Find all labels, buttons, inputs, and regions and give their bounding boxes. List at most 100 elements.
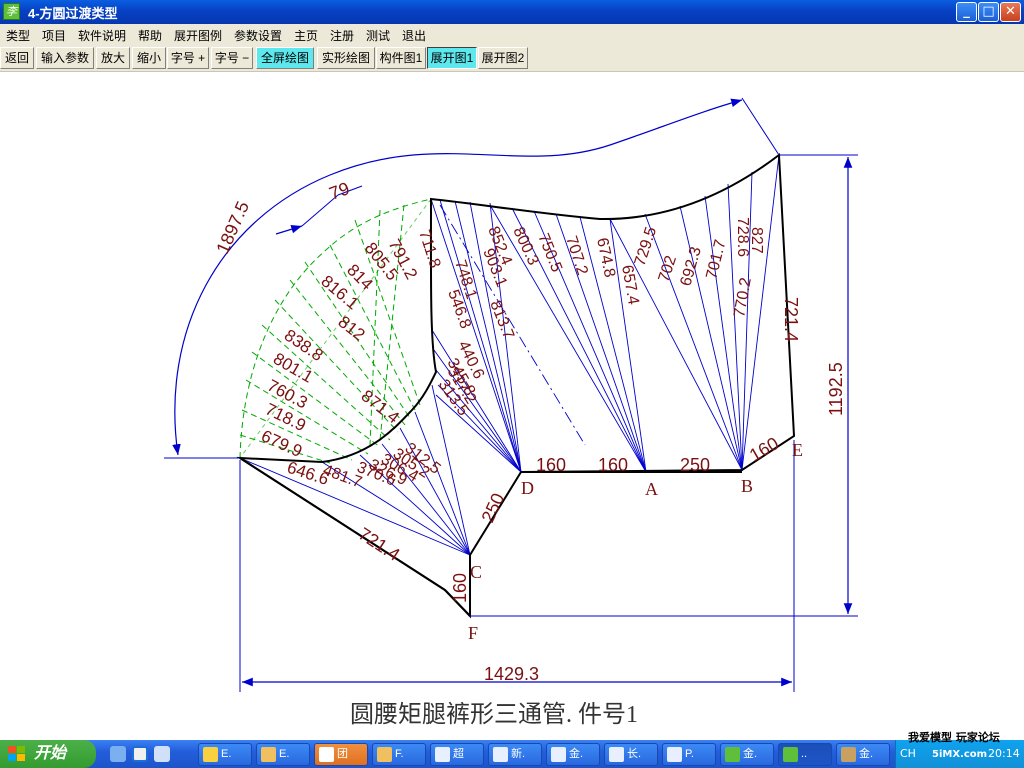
input-params-button[interactable]: 输入参数 [36, 47, 94, 69]
edge-e-label: 721.4 [781, 297, 801, 342]
total-width-label: 1429.3 [484, 664, 539, 684]
fan-b-label: 827 [748, 227, 765, 254]
taskbar-item[interactable]: E. [256, 743, 310, 766]
menu-software-info[interactable]: 软件说明 [78, 27, 126, 44]
fan-d-label: 711.8 [415, 228, 443, 270]
taskbar-item[interactable]: 金. [720, 743, 774, 766]
arc-label: 812 [335, 312, 369, 344]
media-icon[interactable] [154, 746, 170, 762]
menu-home[interactable]: 主页 [294, 27, 318, 44]
menu-examples[interactable]: 展开图例 [174, 27, 222, 44]
fan-d-label: 813.7 [486, 298, 517, 342]
edge-cf-label: 721.4 [355, 524, 404, 565]
menu-help[interactable]: 帮助 [138, 27, 162, 44]
maximize-button[interactable]: □ [978, 2, 999, 22]
point-f-label: F [468, 623, 478, 643]
taskbar-item[interactable]: F. [372, 743, 426, 766]
point-b-label: B [741, 476, 753, 496]
seg-cf-label: 160 [450, 573, 470, 603]
pattern-outline [236, 153, 796, 619]
watermark-text: 我爱模型 玩家论坛 [908, 731, 1000, 744]
arc-length-label: 1897.5 [212, 198, 253, 256]
menu-test[interactable]: 测试 [366, 27, 390, 44]
taskbar-item[interactable]: E. [198, 743, 252, 766]
task-label: 团 [337, 748, 348, 760]
taskbar-item[interactable]: 长. [604, 743, 658, 766]
component-view-1-button[interactable]: 构件图1 [376, 47, 426, 69]
close-button[interactable]: ✕ [1000, 2, 1021, 22]
arc-label: 871.4 [358, 386, 403, 427]
zoom-in-button[interactable]: 放大 [96, 47, 130, 69]
seg-cd-label: 250 [477, 490, 508, 526]
task-label: F. [395, 748, 404, 760]
drawing-caption: 圆腰矩腿裤形三通管. 件号1 [350, 701, 638, 728]
point-c-label: C [470, 562, 482, 582]
task-label: 新. [511, 748, 526, 760]
taskbar-item[interactable]: 新. [488, 743, 542, 766]
task-label: 长. [627, 748, 642, 760]
task-label: .. [801, 748, 808, 760]
star-icon [203, 747, 218, 762]
menu-type[interactable]: 类型 [6, 27, 30, 44]
menu-bar: 类型 项目 软件说明 帮助 展开图例 参数设置 主页 注册 测试 退出 [0, 24, 1024, 44]
task-label: P. [685, 748, 694, 760]
font-larger-button[interactable]: 字号 + [167, 47, 209, 69]
group-icon [319, 747, 334, 762]
fullscreen-draw-button[interactable]: 全屏绘图 [256, 47, 314, 69]
task-label: 金. [859, 748, 874, 760]
toolbar: 返回 输入参数 放大 缩小 字号 + 字号 − 全屏绘图 实形绘图 构件图1 展… [0, 44, 1024, 72]
input-language[interactable]: CH [900, 747, 916, 760]
arc-dim-extension [741, 97, 780, 156]
fan-b-label: 701.7 [703, 238, 729, 281]
window-title: 4-方圆过渡类型 [28, 6, 118, 21]
start-label: 开始 [34, 745, 67, 762]
back-button[interactable]: 返回 [0, 47, 34, 69]
taskbar-item[interactable]: 金. [836, 743, 890, 766]
font-smaller-button[interactable]: 字号 − [211, 47, 253, 69]
task-label: E. [279, 748, 290, 760]
task-label: 金. [569, 748, 584, 760]
unfold-view-1-button[interactable]: 展开图1 [427, 47, 477, 69]
taskbar-item[interactable]: 金. [546, 743, 600, 766]
system-tray: CH 我爱模型 玩家论坛 5iMX.com 20:14 [895, 731, 1024, 768]
taskbar-item[interactable]: P. [662, 743, 716, 766]
taskbar-item[interactable]: 超 [430, 743, 484, 766]
taskbar: 开始 E. E. 团 F. 超 新. 金. 长. P. 金. .. 金. CH … [0, 731, 1024, 768]
seg-ab-label: 250 [680, 455, 710, 475]
real-shape-draw-button[interactable]: 实形绘图 [317, 47, 375, 69]
ie-icon [435, 747, 450, 762]
menu-exit[interactable]: 退出 [402, 27, 426, 44]
seg-be-label: 160 [746, 433, 782, 465]
clock: 20:14 [988, 747, 1020, 760]
app-icon [725, 747, 740, 762]
show-desktop-icon[interactable] [110, 746, 126, 762]
width-79-label: 79 [327, 178, 353, 204]
watermark-site: 5iMX.com [932, 749, 988, 760]
ie-icon [667, 747, 682, 762]
start-button[interactable]: 开始 [0, 740, 96, 768]
point-d-label: D [521, 478, 534, 498]
unfolded-pattern-drawing: 1897.5 79 1429.3 1192.5 721.4 721.4 160 … [164, 97, 858, 728]
menu-project[interactable]: 项目 [42, 27, 66, 44]
ie-icon[interactable] [132, 746, 148, 762]
app-icon: 李 [3, 3, 20, 20]
menu-settings[interactable]: 参数设置 [234, 27, 282, 44]
width-dim-arrow-left [275, 225, 303, 235]
seg-a-mid-label: 160 [598, 455, 628, 475]
point-e-label: E [792, 440, 803, 460]
ie-icon [609, 747, 624, 762]
zoom-out-button[interactable]: 缩小 [132, 47, 166, 69]
fan-b-label: 770.2 [731, 276, 755, 318]
unfold-view-2-button[interactable]: 展开图2 [478, 47, 528, 69]
fan-a-label: 674.8 [593, 236, 618, 279]
taskbar-item[interactable]: 团 [314, 743, 368, 766]
windows-logo-icon [8, 746, 25, 761]
fan-b-label: 692.3 [678, 245, 705, 288]
ie-icon [493, 747, 508, 762]
task-label: 超 [453, 748, 464, 760]
menu-register[interactable]: 注册 [330, 27, 354, 44]
taskbar-item-active[interactable]: .. [778, 743, 832, 766]
fan-a-label: 729.5 [632, 225, 661, 268]
task-label: 金. [743, 748, 758, 760]
minimize-button[interactable]: _ [956, 2, 977, 22]
